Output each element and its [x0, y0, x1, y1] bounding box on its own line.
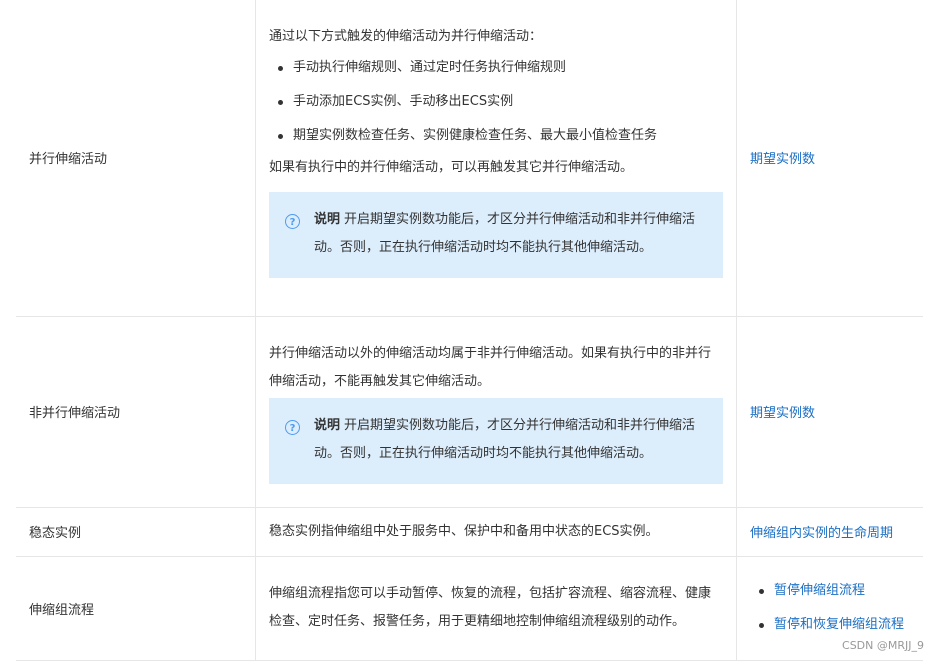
term-label: 并行伸缩活动 — [29, 152, 108, 168]
note-box: ? 说明 开启期望实例数功能后，才区分并行伸缩活动和非并行伸缩活动。否则，正在执行… — [269, 397, 723, 484]
table-row: 并行伸缩活动 通过以下方式触发的伸缩活动为并行伸缩活动： 手动执行伸缩规则、通过… — [16, 0, 923, 317]
note-label: 说明 — [314, 211, 341, 227]
description-intro: 通过以下方式触发的伸缩活动为并行伸缩活动： — [269, 28, 543, 44]
description-cell: 稳态实例指伸缩组中处于服务中、保护中和备用中状态的ECS实例。 — [255, 507, 737, 557]
term-cell: 稳态实例 — [16, 507, 256, 557]
note-body: 开启期望实例数功能后，才区分并行伸缩活动和非并行伸缩活动。否则，正在执行伸缩活动… — [314, 211, 696, 255]
glossary-table: 并行伸缩活动 通过以下方式触发的伸缩活动为并行伸缩活动： 手动执行伸缩规则、通过… — [16, 0, 923, 661]
description-cell: 并行伸缩活动以外的伸缩活动均属于非并行伸缩活动。如果有执行中的非并行伸缩活动，不… — [255, 316, 737, 508]
reference-link[interactable]: 伸缩组内实例的生命周期 — [750, 526, 893, 541]
term-cell: 伸缩组流程 — [16, 556, 256, 661]
reference-link[interactable]: 暂停伸缩组流程 — [774, 583, 865, 598]
term-cell: 并行伸缩活动 — [16, 0, 256, 317]
question-circle-icon: ? — [285, 419, 300, 435]
trigger-list: 手动执行伸缩规则、通过定时任务执行伸缩规则 手动添加ECS实例、手动移出ECS实… — [269, 58, 723, 146]
list-item: 期望实例数检查任务、实例健康检查任务、最大最小值检查任务 — [269, 126, 723, 146]
reference-link[interactable]: 暂停和恢复伸缩组流程 — [774, 617, 904, 632]
reference-link-list: 暂停伸缩组流程 暂停和恢复伸缩组流程 — [750, 581, 923, 635]
table-row: 稳态实例 稳态实例指伸缩组中处于服务中、保护中和备用中状态的ECS实例。 伸缩组… — [16, 507, 923, 557]
reference-link[interactable]: 期望实例数 — [750, 152, 815, 167]
description-text: 伸缩组流程指您可以手动暂停、恢复的流程，包括扩容流程、缩容流程、健康检查、定时任… — [269, 586, 712, 629]
description-text: 并行伸缩活动以外的伸缩活动均属于非并行伸缩活动。如果有执行中的非并行伸缩活动，不… — [269, 345, 712, 389]
description-cell: 伸缩组流程指您可以手动暂停、恢复的流程，包括扩容流程、缩容流程、健康检查、定时任… — [255, 556, 737, 661]
question-circle-icon: ? — [285, 213, 300, 229]
description-text: 稳态实例指伸缩组中处于服务中、保护中和备用中状态的ECS实例。 — [269, 523, 659, 539]
note-body: 开启期望实例数功能后，才区分并行伸缩活动和非并行伸缩活动。否则，正在执行伸缩活动… — [314, 417, 696, 461]
note-text: 说明 开启期望实例数功能后，才区分并行伸缩活动和非并行伸缩活动。否则，正在执行伸缩… — [314, 206, 709, 262]
list-item: 手动添加ECS实例、手动移出ECS实例 — [269, 92, 723, 112]
reference-cell: 期望实例数 — [736, 316, 923, 508]
term-label: 稳态实例 — [29, 526, 82, 541]
list-item: 暂停伸缩组流程 — [750, 581, 923, 601]
table-row: 非并行伸缩活动 并行伸缩活动以外的伸缩活动均属于非并行伸缩活动。如果有执行中的非… — [16, 316, 923, 508]
reference-cell: 期望实例数 — [736, 0, 923, 317]
term-label: 伸缩组流程 — [29, 602, 95, 618]
term-label: 非并行伸缩活动 — [29, 406, 121, 421]
term-cell: 非并行伸缩活动 — [16, 316, 256, 508]
note-box: ? 说明 开启期望实例数功能后，才区分并行伸缩活动和非并行伸缩活动。否则，正在执行… — [269, 191, 723, 278]
note-text: 说明 开启期望实例数功能后，才区分并行伸缩活动和非并行伸缩活动。否则，正在执行伸缩… — [314, 412, 709, 468]
watermark: CSDN @MRJJ_9 — [842, 639, 924, 652]
reference-cell: 伸缩组内实例的生命周期 — [736, 507, 923, 557]
note-label: 说明 — [314, 417, 341, 433]
table-row: 伸缩组流程 伸缩组流程指您可以手动暂停、恢复的流程，包括扩容流程、缩容流程、健康… — [16, 556, 923, 661]
reference-link[interactable]: 期望实例数 — [750, 406, 815, 421]
list-item: 暂停和恢复伸缩组流程 — [750, 615, 923, 635]
description-cell: 通过以下方式触发的伸缩活动为并行伸缩活动： 手动执行伸缩规则、通过定时任务执行伸… — [255, 0, 737, 317]
description-after: 如果有执行中的并行伸缩活动，可以再触发其它并行伸缩活动。 — [269, 159, 634, 175]
list-item: 手动执行伸缩规则、通过定时任务执行伸缩规则 — [269, 58, 723, 78]
